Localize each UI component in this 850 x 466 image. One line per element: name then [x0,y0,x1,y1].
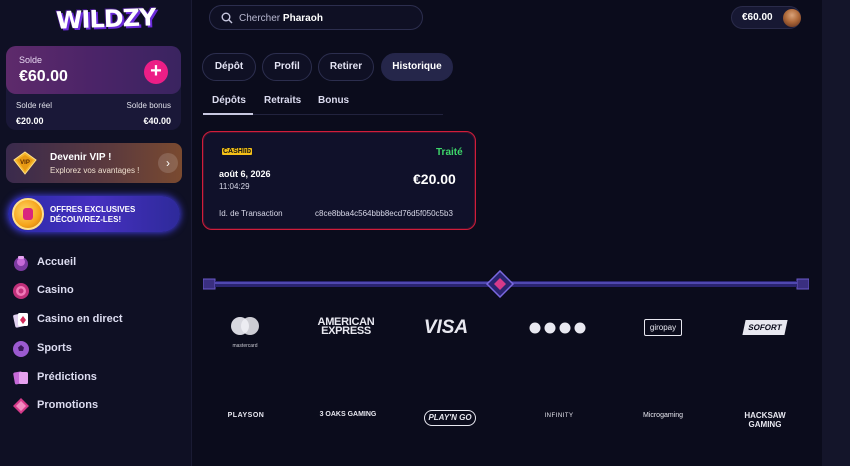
tab-profil[interactable]: Profil [262,53,312,81]
exclusive-offers-banner[interactable]: OFFRES EXCLUSIVES DÉCOUVREZ-LES! [8,196,180,232]
3-oaks-logo: 3 OAKS GAMING [319,411,377,418]
ornamental-divider [203,270,809,298]
real-balance-value: €20.00 [16,116,44,126]
subtab-retraits[interactable]: Retraits [264,95,301,106]
tab-depot[interactable]: Dépôt [202,53,256,81]
search-term: Pharaoh [282,13,323,24]
sidebar-item-label: Casino [37,284,74,296]
microgaming-logo: Microgaming [642,412,684,419]
sidebar-item-label: Promotions [37,399,99,411]
visa-logo: VISA [423,317,469,338]
bolt-logo [528,321,588,335]
bonus-balance-value: €40.00 [143,116,171,126]
real-balance-label: Solde réel [16,101,53,110]
bolt-icon [529,322,586,334]
wallet-amount: €60.00 [742,12,773,23]
sidebar-item-accueil[interactable]: Accueil [12,253,182,275]
coin-icon [12,198,44,230]
vip-title: Devenir VIP ! [50,152,112,163]
mastercard-icon [231,317,259,335]
transaction-id-label: Id. de Transaction [219,209,283,218]
transaction-card: CASHlib Traité août 6, 2026 11:04:29 €20… [202,131,476,230]
sidebar-item-casino[interactable]: Casino [12,281,182,303]
balance-card: Solde €60.00 + Solde réel Solde bonus €2… [6,46,181,130]
predictions-cards-icon [13,371,28,385]
tab-retirer[interactable]: Retirer [318,53,374,81]
active-subtab-indicator [203,113,253,115]
infinity-logo: INFINITY [544,413,574,419]
sidebar-item-sports[interactable]: Sports [12,339,182,361]
playngo-logo: PLAY'N GO [424,410,476,426]
giropay-logo: giropay [644,319,682,336]
sidebar-item-label: Accueil [37,256,77,268]
balance-amount: €60.00 [19,68,68,85]
search-prefix: Chercher [239,13,281,24]
offer-line-2: DÉCOUVREZ-LES! [50,215,122,224]
vip-diamond-icon: VIP [13,151,37,175]
mastercard-text: mastercard [232,343,258,349]
offer-line-1: OFFRES EXCLUSIVES [50,205,136,214]
search-icon [221,12,233,24]
diamond-icon [13,398,29,414]
add-funds-button[interactable]: + [144,60,168,84]
soccer-ball-icon [13,341,29,357]
avatar[interactable] [783,9,801,27]
transaction-id: c8ce8bba4c564bbb8ecd76d5f050c5b3 [315,209,453,218]
sidebar: WILDZY Solde €60.00 + Solde réel Solde b… [0,0,192,466]
casino-chip-icon [13,283,29,299]
cashlib-logo: CASHlib [222,148,252,155]
bonus-balance-label: Solde bonus [126,101,171,110]
subtab-depots[interactable]: Dépôts [212,95,246,106]
sidebar-item-label: Sports [37,342,72,354]
sidebar-item-predictions[interactable]: Prédictions [12,368,182,390]
vip-card[interactable]: VIP Devenir VIP ! Explorez vos avantages… [6,143,182,183]
playson-logo: PLAYSON [227,412,265,419]
sidebar-item-label: Casino en direct [37,313,123,325]
search-placeholder: Chercher Pharaoh [239,13,323,24]
sidebar-item-casino-en-direct[interactable]: Casino en direct [12,310,182,332]
balance-label: Solde [19,55,43,65]
wildzy-logo[interactable]: WILDZY [56,3,156,34]
transaction-date: août 6, 2026 [219,169,271,179]
wallet-button[interactable]: €60.00 [731,6,801,29]
transaction-time: 11:04:29 [219,182,250,191]
sidebar-item-promotions[interactable]: Promotions [12,396,182,418]
sidebar-item-label: Prédictions [37,371,97,383]
offer-text: OFFRES EXCLUSIVES DÉCOUVREZ-LES! [50,205,135,225]
provider-logo-text: CASHlib [222,148,252,155]
home-icon [14,256,28,271]
transaction-amount: €20.00 [413,171,456,187]
right-panel-edge [822,0,850,466]
vip-subtitle: Explorez vos avantages ! [50,166,140,175]
mastercard-logo: mastercard [226,316,264,349]
search-input[interactable]: Chercher Pharaoh [209,5,423,30]
sofort-logo: SOFORT [742,320,788,335]
tab-historique[interactable]: Historique [381,53,453,81]
subtab-bonus[interactable]: Bonus [318,95,349,106]
chevron-right-icon[interactable]: › [158,153,178,173]
amex-logo: AMERICAN EXPRESS [317,316,375,337]
hacksaw-logo: HACKSAW GAMING [744,411,786,429]
status-badge: Traité [436,147,463,158]
balance-header: Solde €60.00 + [6,46,181,94]
live-cards-icon [13,313,28,328]
vip-badge-text: VIP [20,160,30,166]
